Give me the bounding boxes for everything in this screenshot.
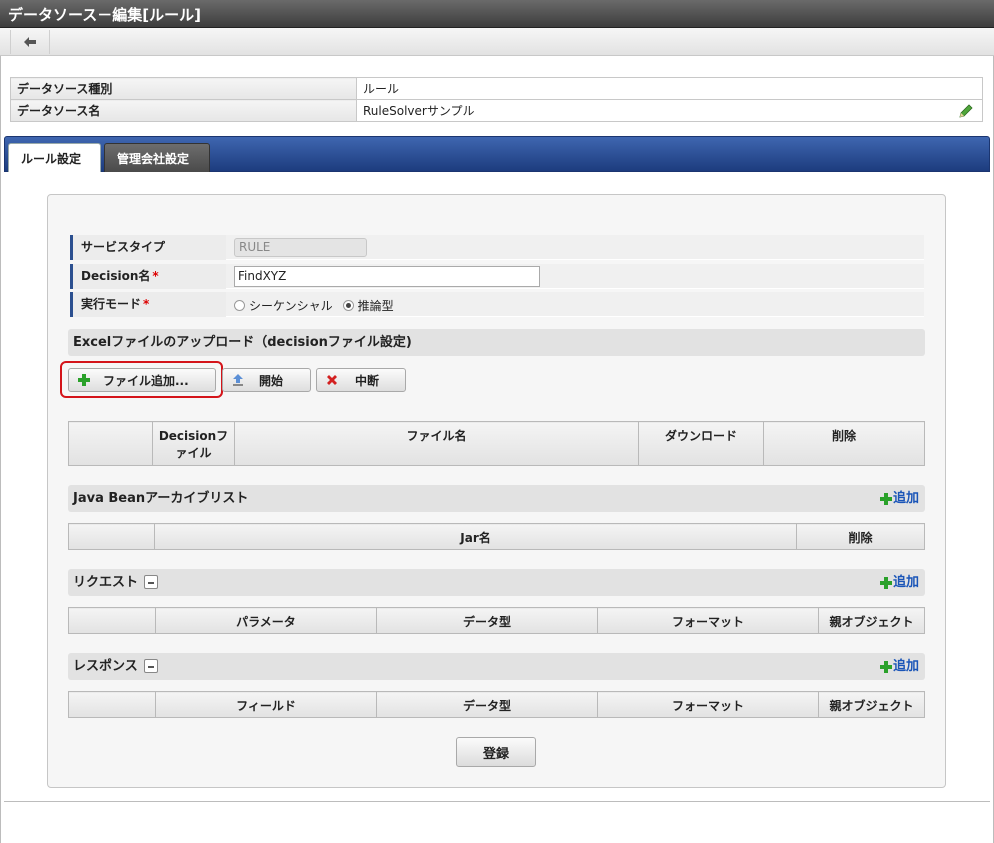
info-value: ルール [356,77,983,100]
info-label: データソース名 [10,99,357,122]
column-header: フォーマット [597,607,819,634]
column-header [68,691,156,718]
datasource-info-table: データソース種別 ルール データソース名 RuleSolverサンプル [10,77,983,122]
decision-file-table: Decisionファイル ファイル名 ダウンロード 削除 [68,421,925,466]
column-header: パラメータ [155,607,377,634]
info-label: データソース種別 [10,77,357,100]
response-heading-bar: レスポンス 追加 [68,653,925,680]
tab-rule-settings[interactable]: ルール設定 [8,143,101,173]
column-header [68,523,155,550]
table-header-row: Decisionファイル ファイル名 ダウンロード 削除 [68,421,925,466]
start-label: 開始 [259,373,284,388]
pencil-edit-icon[interactable] [958,103,974,119]
jar-table: Jar名 削除 [68,523,925,550]
back-button[interactable] [10,30,50,54]
response-add-link[interactable]: 追加 [879,653,919,680]
plus-icon [879,576,892,589]
info-row-name: データソース名 RuleSolverサンプル [10,99,983,122]
radio-inference-label[interactable]: 推論型 [358,297,394,314]
column-header: ファイル名 [234,421,639,466]
radio-sequential-label[interactable]: シーケンシャル [249,297,333,314]
request-table: パラメータ データ型 フォーマット 親オブジェクト [68,607,925,634]
info-value: RuleSolverサンプル [363,104,475,118]
column-header: 親オブジェクト [818,691,925,718]
radio-inference[interactable] [342,300,354,311]
excel-upload-heading: Excelファイルのアップロード（decisionファイル設定) [68,329,925,356]
plus-icon [879,492,892,505]
add-label: 追加 [892,659,919,674]
decision-name-label-wrap: Decision名 * [70,264,226,289]
table-header-row: Jar名 削除 [68,523,925,550]
highlight-box [60,361,223,398]
required-mark: * [143,297,150,311]
column-header: 削除 [763,421,925,466]
window-title: データソース－編集[ルール] [8,6,201,24]
request-add-link[interactable]: 追加 [879,569,919,596]
decision-name-input[interactable]: FindXYZ [234,266,540,287]
service-type-label: サービスタイプ [70,235,226,260]
radio-sequential[interactable] [234,300,245,311]
decision-name-label: Decision名 [81,269,151,283]
collapse-icon[interactable] [144,574,159,589]
register-button[interactable]: 登録 [456,737,536,767]
add-label: 追加 [892,491,919,506]
add-label: 追加 [892,575,919,590]
tab-bar: ルール設定 管理会社設定 [4,136,990,173]
title-bar: データソース－編集[ルール] [0,0,994,28]
required-mark: * [152,269,159,283]
column-header [68,421,153,466]
column-header: データ型 [376,607,598,634]
table-header-row: フィールド データ型 フォーマット 親オブジェクト [68,691,925,718]
java-bean-add-link[interactable]: 追加 [879,485,919,512]
column-header [68,607,156,634]
request-heading: リクエスト [73,575,139,590]
column-header: データ型 [376,691,598,718]
info-value-cell: RuleSolverサンプル [356,99,983,122]
form-row-exec-mode: 実行モード * シーケンシャル 推論型 [70,292,924,317]
column-header: フォーマット [597,691,819,718]
form-row-decision-name: Decision名 * FindXYZ [70,264,924,289]
request-heading-bar: リクエスト 追加 [68,569,925,596]
response-heading: レスポンス [73,659,138,674]
form-row-service-type: サービスタイプ RULE [70,235,924,260]
service-type-field: RULE [234,238,367,257]
toolbar [0,28,994,56]
java-bean-heading-bar: Java Beanアーカイブリスト 追加 [68,485,925,512]
column-header: フィールド [155,691,377,718]
column-header: ダウンロード [638,421,764,466]
stop-upload-button[interactable]: 中断 [316,368,406,392]
column-header: 親オブジェクト [818,607,925,634]
stop-label: 中断 [355,373,380,388]
info-row-type: データソース種別 ルール [10,77,983,100]
collapse-icon[interactable] [143,658,158,673]
start-upload-button[interactable]: 開始 [222,368,311,392]
column-header: Decisionファイル [152,421,235,466]
java-bean-heading: Java Beanアーカイブリスト [73,491,249,506]
exec-mode-radio-group: シーケンシャル 推論型 [234,297,394,314]
tab-company-settings[interactable]: 管理会社設定 [104,143,210,173]
response-table: フィールド データ型 フォーマット 親オブジェクト [68,691,925,718]
exec-mode-label: 実行モード [81,297,142,311]
column-header: Jar名 [154,523,797,550]
arrow-left-icon [24,37,36,47]
column-header: 削除 [796,523,925,550]
table-header-row: パラメータ データ型 フォーマット 親オブジェクト [68,607,925,634]
upload-icon [223,373,253,387]
close-icon [317,374,347,386]
exec-mode-label-wrap: 実行モード * [70,292,226,317]
plus-icon [879,660,892,673]
